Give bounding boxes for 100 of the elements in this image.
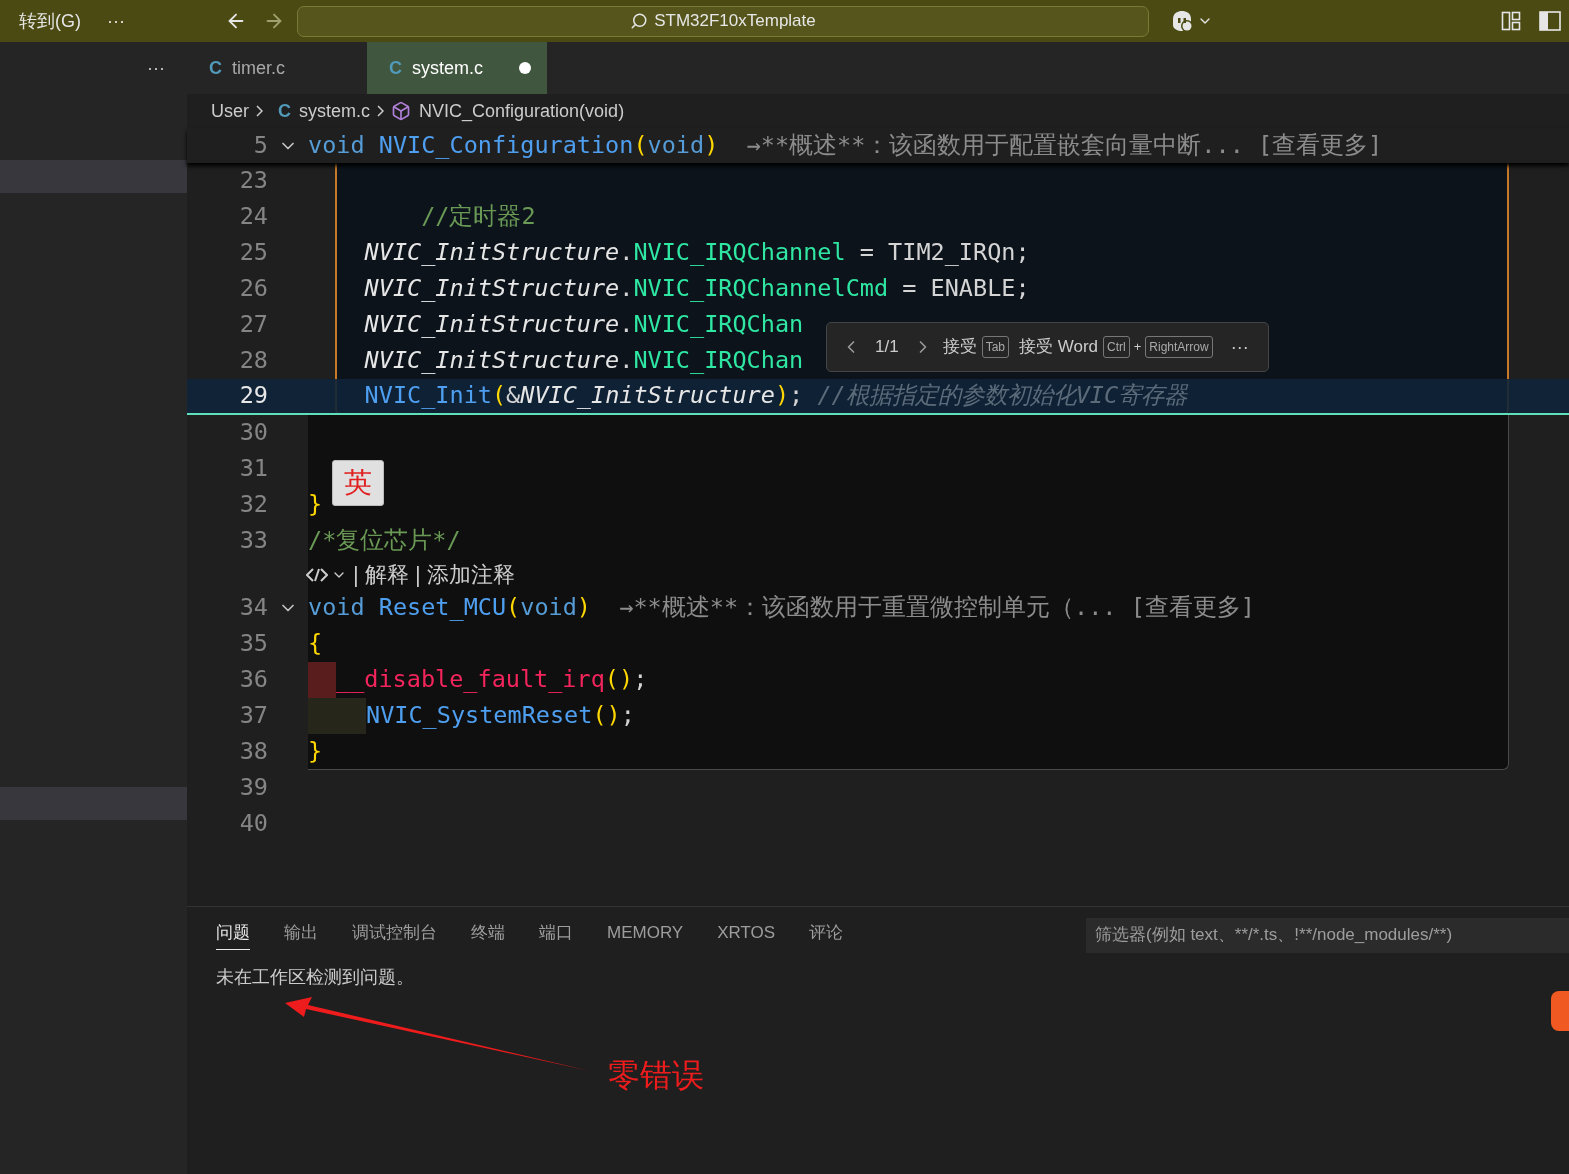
breadcrumb-item[interactable]: C system.c xyxy=(270,97,371,125)
code-token: //根据指定的参数初始化VIC寄存器 xyxy=(817,380,1188,412)
code-token: ) xyxy=(576,592,591,624)
code-token: . xyxy=(619,345,634,377)
code-token: Reset_MCU xyxy=(378,592,507,624)
code-token: NVIC_IRQChannel xyxy=(633,237,846,269)
code-icon[interactable] xyxy=(306,566,328,583)
code-token: () xyxy=(592,700,621,732)
breadcrumb-separator-icon xyxy=(256,105,263,117)
code-token: NVIC_InitStructure xyxy=(363,273,620,305)
code-token: . xyxy=(619,237,634,269)
line-number: 30 xyxy=(239,418,268,447)
code-token: { xyxy=(308,628,323,660)
code-token: NVIC_Configuration xyxy=(378,129,634,161)
panel-tab[interactable]: 调试控制台 xyxy=(352,920,437,950)
line-number: 28 xyxy=(239,346,268,375)
accept-word-action[interactable]: 接受 Word xyxy=(1019,334,1099,360)
code-token: →**概述**：该函数用于重置微控制单元（... [查看更多] xyxy=(618,592,1255,624)
code-token: ) xyxy=(704,129,719,161)
code-token: NVIC_InitStructure xyxy=(520,380,775,412)
code-token: . xyxy=(619,273,634,305)
code-token: void xyxy=(520,592,577,624)
breadcrumb-item[interactable]: NVIC_Configuration(void) xyxy=(391,97,625,125)
code-token: NVIC_IRQChan xyxy=(633,345,804,377)
breadcrumb-separator-icon xyxy=(377,105,385,117)
code-token: ( xyxy=(491,380,507,412)
code-token: //定时器2 xyxy=(420,201,536,233)
code-token: NVIC_InitStructure xyxy=(363,237,620,269)
code-token: void xyxy=(308,592,366,624)
filter-field[interactable]: 筛选器(例如 text、**/*.ts、!**/node_modules/**) xyxy=(1086,917,1569,953)
line-number: 39 xyxy=(239,773,268,802)
sidebar-toggle-icon[interactable] xyxy=(1539,11,1561,31)
keybinding: Ctrl xyxy=(1103,336,1130,358)
panel-tab[interactable]: MEMORY xyxy=(607,920,684,950)
layout-icon[interactable] xyxy=(1501,11,1521,31)
search-icon xyxy=(630,12,649,30)
line-number: 25 xyxy=(239,238,268,267)
cube-icon xyxy=(391,101,412,121)
code-token: NVIC_Init xyxy=(363,380,492,412)
line-number: 29 xyxy=(239,381,268,410)
codelens-actions[interactable]: | 解释 | 添加注释 xyxy=(353,558,515,591)
code-token: ; xyxy=(620,700,635,732)
code-token: void xyxy=(308,129,366,161)
code-token: } xyxy=(308,736,323,768)
goto-menu[interactable]: 转到(G) xyxy=(19,7,81,35)
more-actions[interactable]: ··· xyxy=(147,54,165,82)
code-token: () xyxy=(604,664,634,696)
line-number: 40 xyxy=(239,809,268,838)
panel-tab[interactable]: 终端 xyxy=(471,920,505,950)
code-token: NVIC_SystemReset xyxy=(366,700,593,732)
line-number: 37 xyxy=(239,701,268,730)
code-token: = TIM2_IRQn; xyxy=(858,237,1030,269)
code-token: . xyxy=(619,309,634,341)
panel-tab[interactable]: 输出 xyxy=(284,920,318,950)
line-number: 35 xyxy=(239,629,268,658)
line-number: 36 xyxy=(239,665,268,694)
more-actions[interactable]: ··· xyxy=(1230,333,1249,361)
c-file-icon: C xyxy=(209,54,222,82)
annotation-label: 零错误 xyxy=(608,1056,704,1095)
code-token: /*复位芯片*/ xyxy=(308,525,461,557)
code-token: NVIC_IRQChannelCmd xyxy=(633,273,889,305)
plus-sign: + xyxy=(1133,338,1142,357)
code-token: } xyxy=(308,489,323,521)
code-token: = ENABLE; xyxy=(901,273,1030,305)
code-token: ( xyxy=(633,129,648,161)
editor-tab[interactable]: C system.c xyxy=(367,42,547,94)
code-token: ( xyxy=(506,592,521,624)
code-token: __disable_fault_irq xyxy=(336,664,605,696)
more-menu[interactable]: ··· xyxy=(107,7,125,35)
suggestion-counter: 1/1 xyxy=(875,336,899,359)
code-token: NVIC_InitStructure xyxy=(363,345,620,377)
panel-tab[interactable]: 评论 xyxy=(809,920,844,950)
line-number: 34 xyxy=(239,593,268,622)
command-center-search[interactable]: STM32F10xTemplate xyxy=(297,5,1149,37)
input-method-badge: 英 xyxy=(332,460,384,506)
keybinding: Tab xyxy=(981,336,1009,358)
widget-icon[interactable] xyxy=(1551,991,1569,1031)
line-number: 27 xyxy=(239,310,268,339)
panel-tab[interactable]: 端口 xyxy=(539,920,573,950)
code-token: NVIC_IRQChan xyxy=(633,309,804,341)
panel-tab[interactable]: XRTOS xyxy=(717,920,776,950)
code-token: ; xyxy=(789,380,805,412)
code-token: ; xyxy=(633,664,648,696)
keybinding: RightArrow xyxy=(1145,336,1213,358)
line-number: 23 xyxy=(239,166,268,195)
line-number: 31 xyxy=(239,454,268,483)
line-number: 5 xyxy=(253,130,268,159)
problems-message: 未在工作区检测到问题。 xyxy=(216,967,414,987)
code-token: NVIC_InitStructure xyxy=(363,309,620,341)
panel-tab[interactable]: 问题 xyxy=(216,920,250,950)
code-token: ) xyxy=(774,380,790,412)
line-number: 32 xyxy=(239,490,268,519)
line-number: 26 xyxy=(239,274,268,303)
code-token: void xyxy=(647,129,705,161)
c-file-icon: C xyxy=(389,54,402,82)
breadcrumb-item[interactable]: User xyxy=(211,97,249,125)
code-token: →**概述**：该函数用于配置嵌套向量中断... [查看更多] xyxy=(745,129,1383,161)
accept-action[interactable]: 接受 xyxy=(942,334,977,360)
line-number: 24 xyxy=(239,202,268,231)
code-token: & xyxy=(506,380,521,412)
